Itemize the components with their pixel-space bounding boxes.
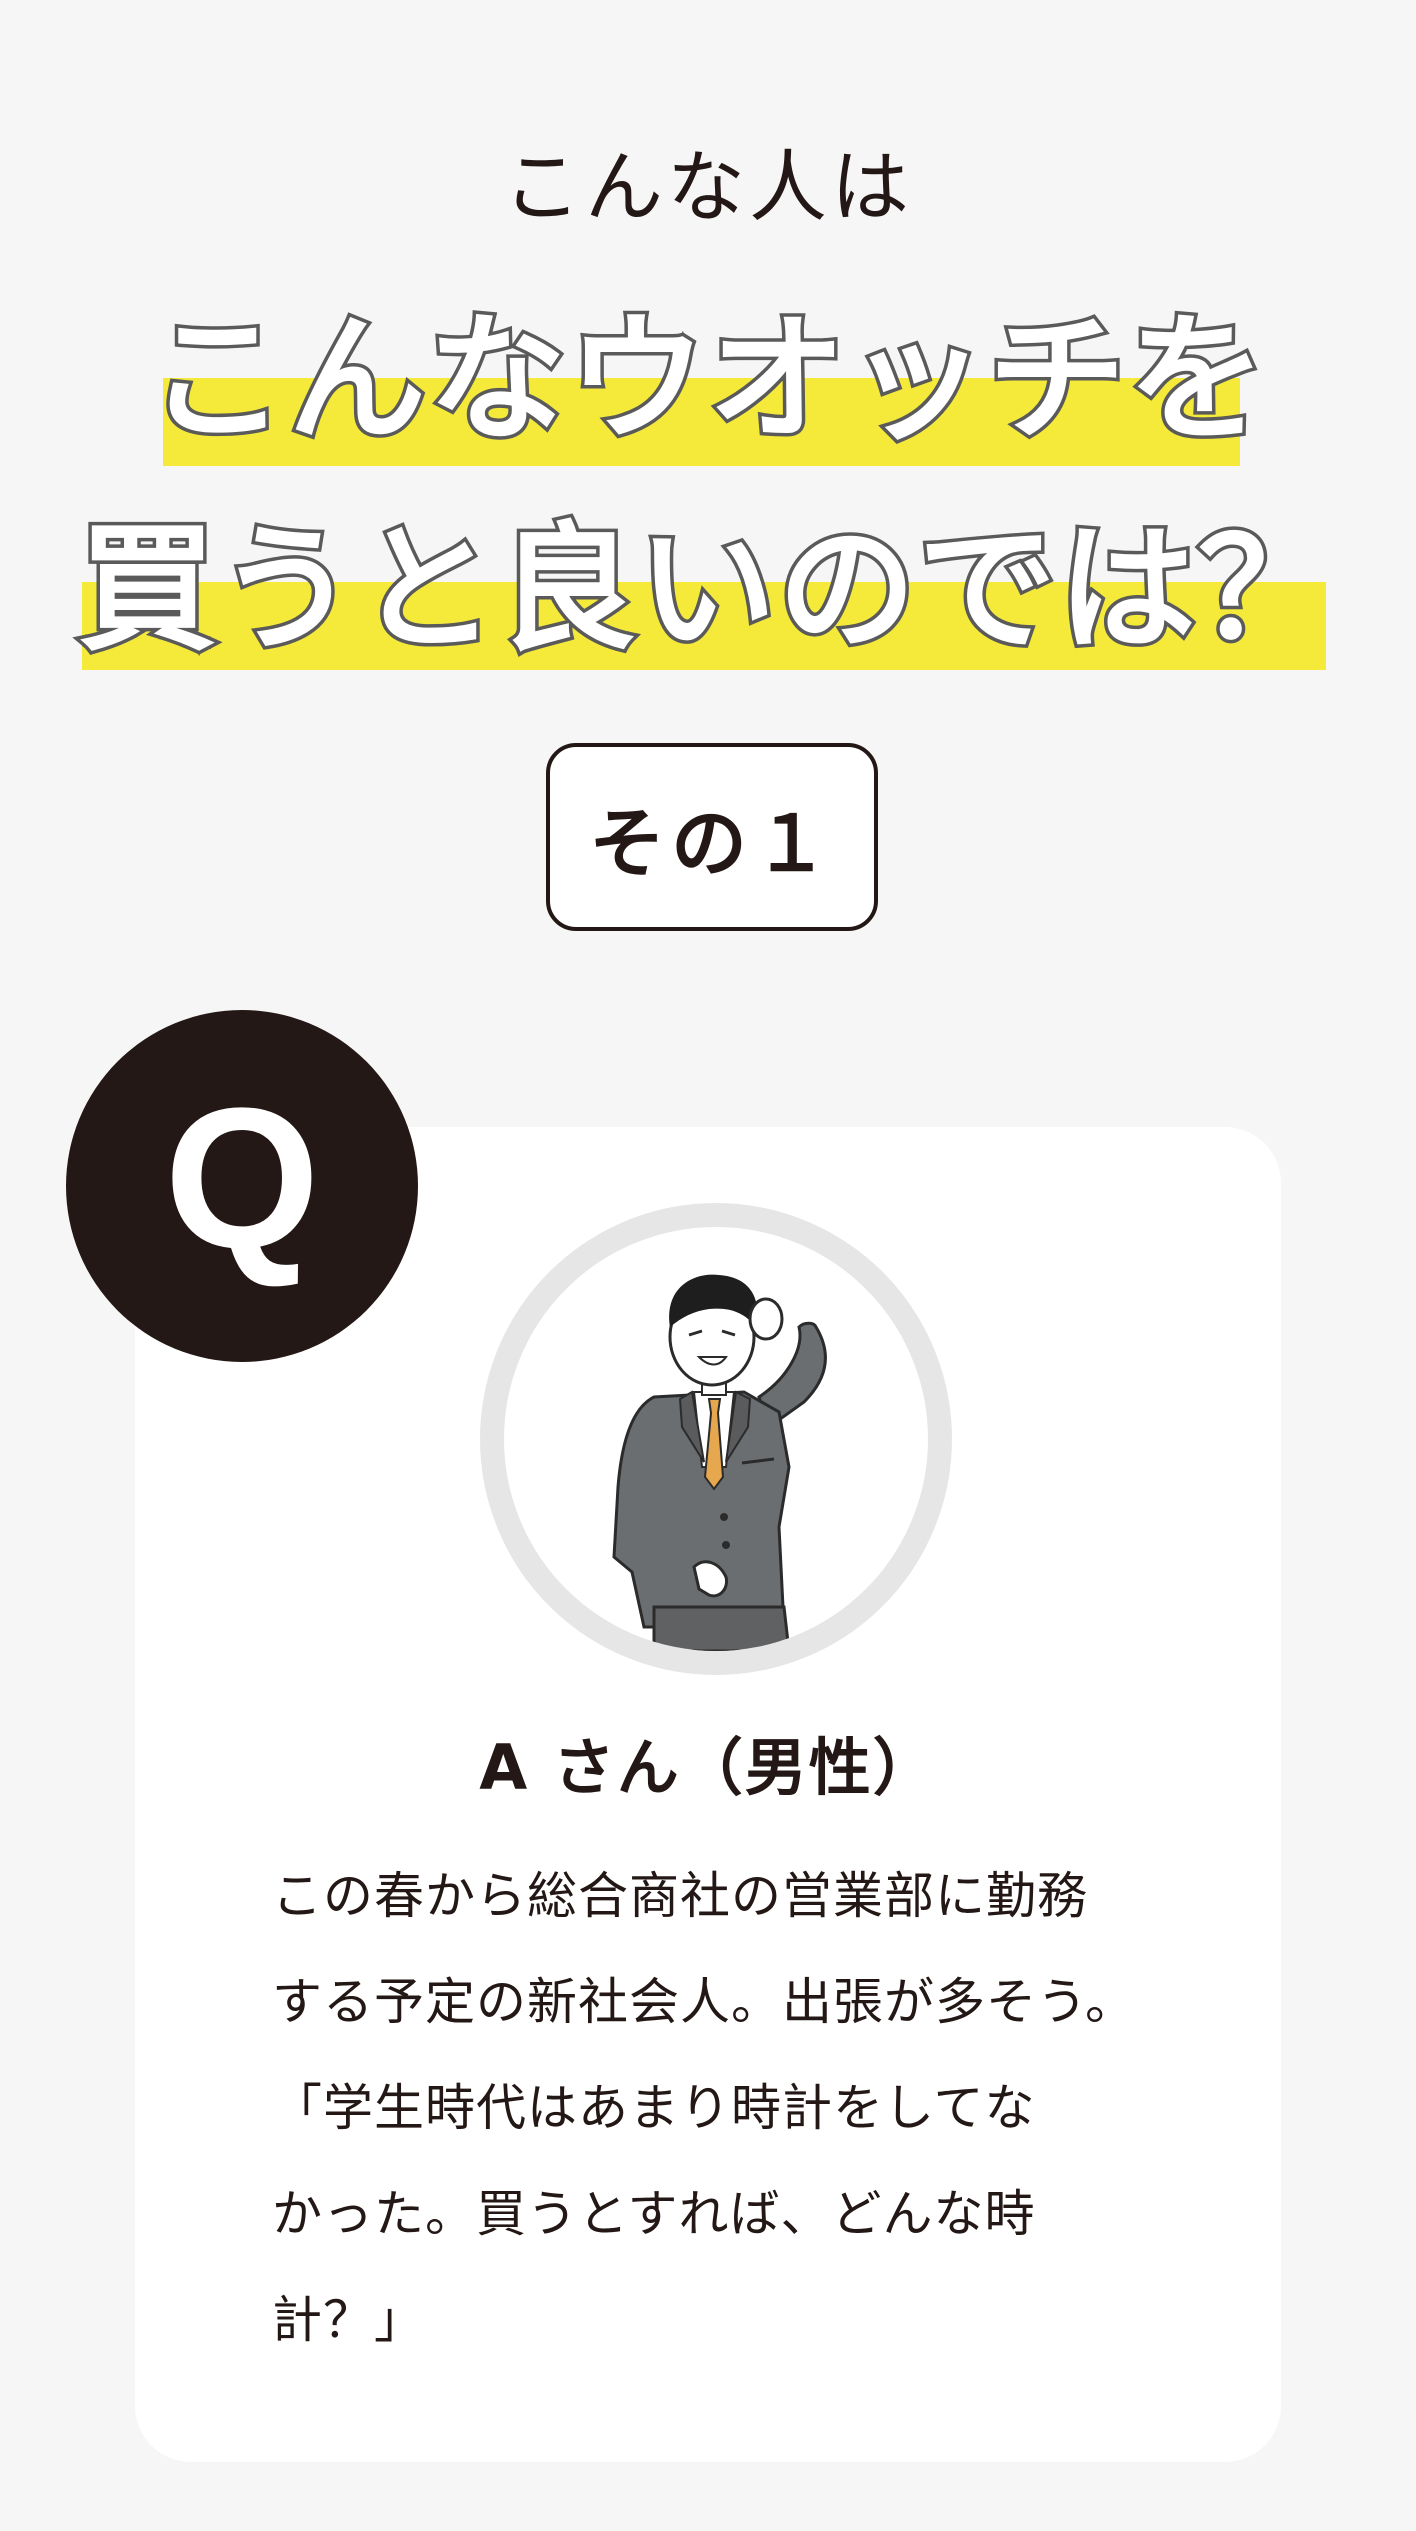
description-line: 「学生時代はあまり時計をしてな — [272, 2079, 1036, 2137]
person-avatar — [480, 1203, 952, 1675]
headline-line-2: 買うと良いのでは？ — [74, 506, 1339, 673]
description-line: この春から総合商社の営業部に勤務 — [272, 1867, 1088, 1925]
description-line: かった。買うとすれば、どんな時 — [272, 2185, 1036, 2243]
page-subtitle: こんな人は — [502, 143, 913, 233]
q-mark-letter: Q — [164, 1067, 320, 1290]
headline-line-1: こんなウオッチを — [144, 296, 1269, 463]
businessman-illustration — [612, 1274, 827, 1651]
description-line: 計？」 — [272, 2291, 425, 2349]
person-description: この春から総合商社の営業部に勤務 する予定の新社会人。出張が多そう。 「学生時代… — [272, 1843, 1172, 2373]
description-line: する予定の新社会人。出張が多そう。 — [272, 1973, 1136, 2031]
person-name: A さん（男性） — [479, 1731, 937, 1804]
section-badge: その１ — [546, 743, 878, 931]
q-mark-circle: Q — [66, 1010, 418, 1362]
